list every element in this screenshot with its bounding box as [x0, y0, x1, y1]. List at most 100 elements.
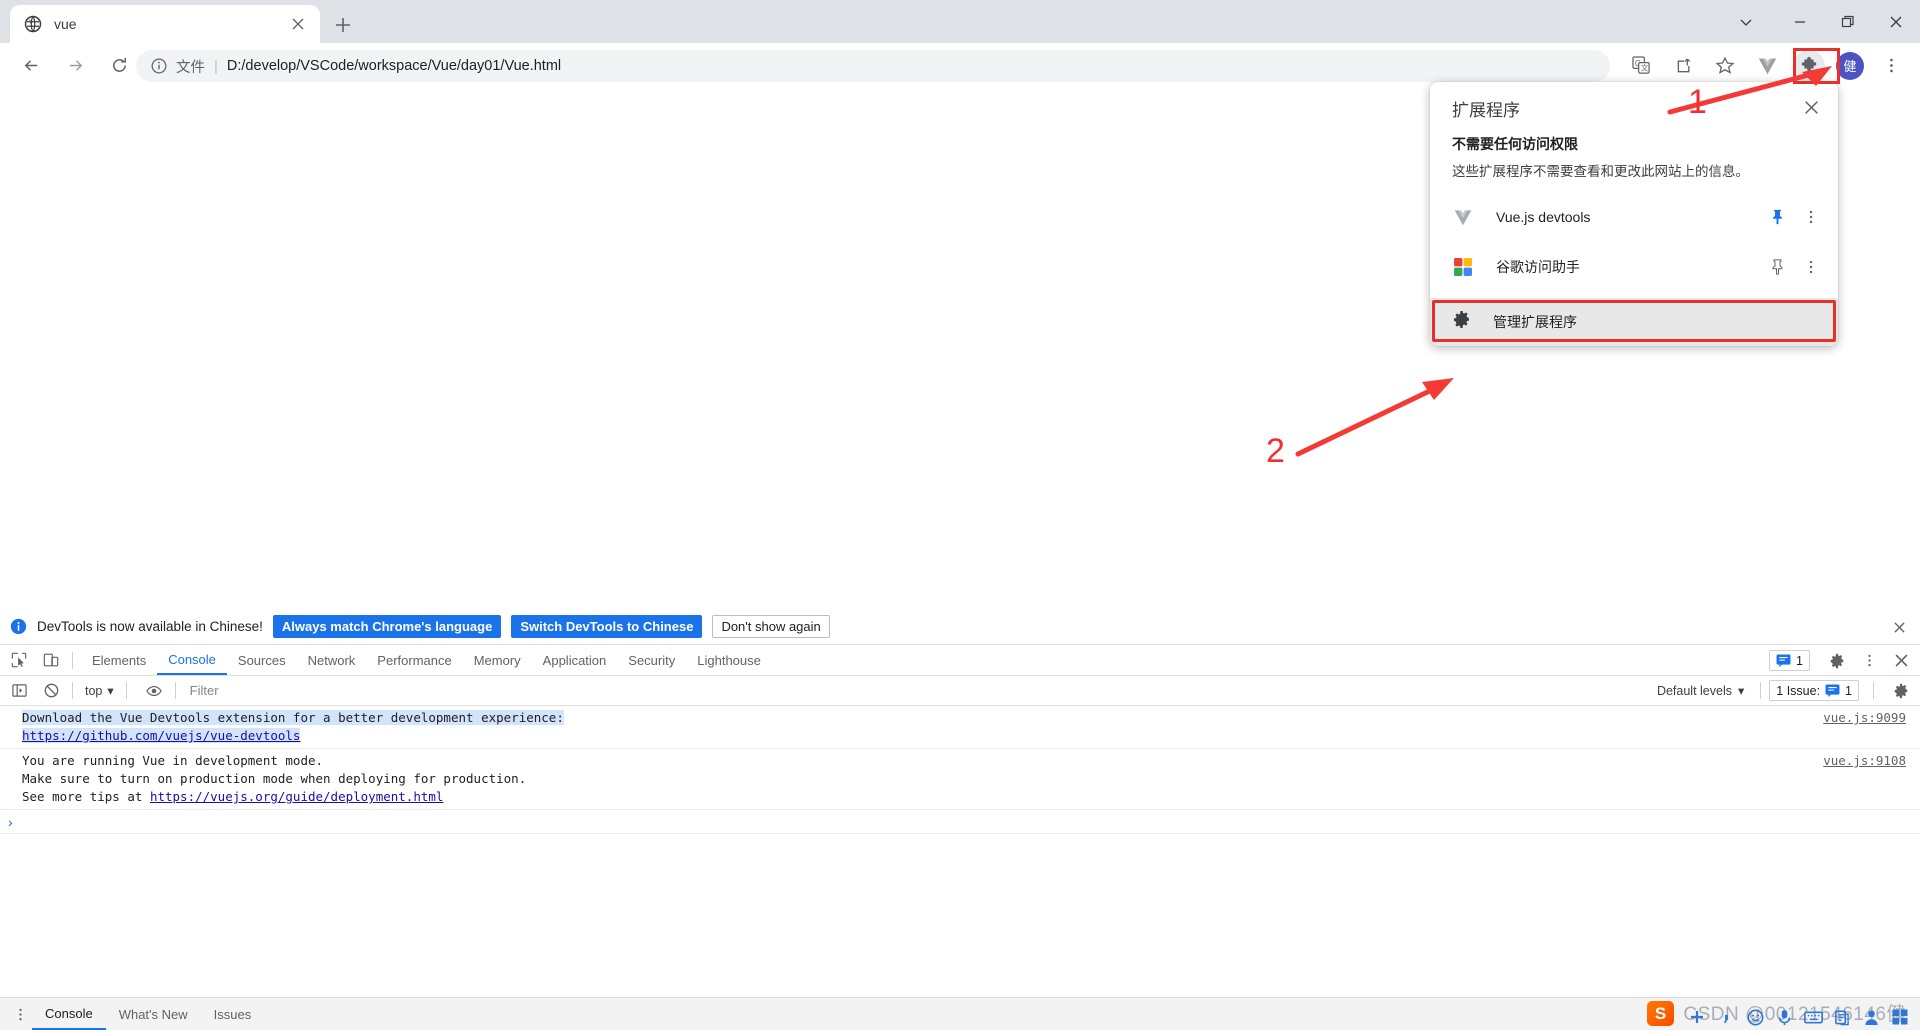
chevron-down-icon: ▾ — [107, 684, 114, 698]
console-settings-icon[interactable] — [1888, 678, 1914, 704]
info-circle-icon — [10, 618, 27, 635]
devtools-language-banner: DevTools is now available in Chinese! Al… — [0, 609, 1920, 645]
close-window-button[interactable] — [1872, 0, 1920, 43]
log-levels-selector[interactable]: Default levels ▾ — [1649, 683, 1752, 699]
always-match-language-button[interactable]: Always match Chrome's language — [272, 615, 502, 638]
devtools-settings-icon[interactable] — [1824, 648, 1850, 674]
issues-chip-filterbar[interactable]: 1 Issue: 1 — [1769, 680, 1859, 701]
issues-count-filterbar: 1 — [1845, 683, 1852, 698]
tab-close-icon[interactable] — [284, 10, 312, 38]
tab-application[interactable]: Application — [532, 645, 618, 675]
list-item[interactable]: 谷歌访问助手 — [1430, 242, 1838, 292]
devtools-right-controls: 1 — [1769, 645, 1914, 676]
forward-button[interactable] — [58, 49, 92, 83]
manage-extensions-item[interactable]: 管理扩展程序 — [1430, 298, 1838, 346]
clipboard-icon[interactable] — [1832, 1007, 1852, 1027]
console-message-line: You are running Vue in development mode. — [22, 753, 324, 768]
sidebar-toggle-icon[interactable] — [6, 678, 32, 704]
person-icon[interactable] — [1861, 1007, 1881, 1027]
switch-devtools-chinese-button[interactable]: Switch DevTools to Chinese — [511, 615, 703, 638]
console-message-link[interactable]: https://github.com/vuejs/vue-devtools — [22, 728, 301, 743]
devtools-close-icon[interactable] — [1888, 648, 1914, 674]
device-toolbar-icon[interactable] — [38, 647, 64, 673]
manage-extensions-label: 管理扩展程序 — [1493, 314, 1577, 330]
vue-chevron-icon — [1452, 206, 1474, 228]
console-prompt[interactable]: › — [0, 810, 1920, 834]
close-icon[interactable] — [1798, 94, 1824, 120]
console-message[interactable]: Download the Vue Devtools extension for … — [0, 706, 1920, 749]
tab-sources[interactable]: Sources — [227, 645, 297, 675]
clear-console-icon[interactable] — [38, 678, 64, 704]
kebab-icon[interactable] — [1798, 204, 1824, 230]
extensions-popup: 扩展程序 不需要任何访问权限 这些扩展程序不需要查看和更改此网站上的信息。 Vu… — [1430, 82, 1838, 346]
address-bar[interactable]: 文件 | D:/develop/VSCode/workspace/Vue/day… — [136, 50, 1610, 82]
bookmark-star-icon[interactable] — [1709, 50, 1741, 82]
google-squares-icon — [1452, 256, 1474, 278]
sogou-ime-logo: S — [1647, 1001, 1674, 1026]
console-message-link[interactable]: https://vuejs.org/guide/deployment.html — [150, 789, 444, 804]
drawer-tab-console[interactable]: Console — [32, 998, 106, 1030]
window-controls — [1716, 0, 1920, 43]
ime-toolbar — [1687, 1007, 1910, 1027]
browser-tab[interactable]: vue — [10, 5, 320, 43]
share-icon[interactable] — [1667, 50, 1699, 82]
keyboard-icon[interactable] — [1803, 1007, 1823, 1027]
issues-counter-chip[interactable]: 1 — [1769, 650, 1810, 671]
tab-lighthouse[interactable]: Lighthouse — [686, 645, 772, 675]
console-message-source[interactable]: vue.js:9108 — [1823, 752, 1906, 770]
filterbar-divider-4 — [1760, 682, 1762, 699]
tab-console[interactable]: Console — [157, 645, 227, 675]
drawer-tab-issues[interactable]: Issues — [201, 998, 265, 1030]
filterbar-divider-5 — [1873, 682, 1874, 699]
filterbar-divider-2 — [125, 682, 127, 699]
banner-close-icon[interactable] — [1890, 618, 1908, 636]
drawer-menu-icon[interactable] — [8, 1002, 32, 1026]
pin-filled-icon[interactable] — [1764, 204, 1790, 230]
maximize-restore-button[interactable] — [1824, 0, 1872, 43]
tab-security[interactable]: Security — [617, 645, 686, 675]
minimize-button[interactable] — [1776, 0, 1824, 43]
back-button[interactable] — [14, 49, 48, 83]
execution-context-selector[interactable]: top ▾ — [81, 683, 118, 699]
console-filter-input[interactable] — [189, 679, 1641, 702]
toolbar-divider — [72, 651, 73, 669]
tab-title: vue — [54, 16, 77, 32]
execution-context-label: top — [85, 683, 103, 698]
pin-outline-icon[interactable] — [1764, 254, 1790, 280]
comma-icon[interactable] — [1716, 1007, 1736, 1027]
tab-performance[interactable]: Performance — [366, 645, 462, 675]
microphone-icon[interactable] — [1774, 1007, 1794, 1027]
chrome-menu-icon[interactable] — [1875, 50, 1907, 82]
tab-network[interactable]: Network — [297, 645, 367, 675]
vue-devtools-icon[interactable] — [1751, 50, 1783, 82]
console-filter-bar: top ▾ Default levels ▾ 1 Issue: — [0, 676, 1920, 706]
console-message-line-prefix: See more tips at — [22, 789, 150, 804]
extension-name: 谷歌访问助手 — [1496, 259, 1580, 275]
list-item[interactable]: Vue.js devtools — [1430, 192, 1838, 242]
devtools-drawer: Console What's New Issues — [0, 997, 1920, 1030]
tab-elements[interactable]: Elements — [81, 645, 157, 675]
filterbar-divider — [72, 682, 73, 699]
dont-show-again-button[interactable]: Don't show again — [712, 615, 830, 638]
live-expression-icon[interactable] — [141, 678, 167, 704]
tab-search-button[interactable] — [1716, 0, 1776, 43]
message-icon — [1825, 684, 1840, 697]
translate-icon[interactable]: G 文 — [1625, 50, 1657, 82]
console-message-source[interactable]: vue.js:9099 — [1823, 709, 1906, 727]
smiley-icon[interactable] — [1745, 1007, 1765, 1027]
plus-icon[interactable] — [1687, 1007, 1707, 1027]
filterbar-divider-3 — [174, 682, 176, 699]
console-message[interactable]: You are running Vue in development mode.… — [0, 749, 1920, 810]
extensions-popup-title: 扩展程序 — [1452, 101, 1520, 120]
new-tab-button[interactable] — [328, 10, 358, 40]
issues-count: 1 — [1796, 653, 1803, 668]
devtools-menu-icon[interactable] — [1856, 648, 1882, 674]
reload-button[interactable] — [102, 49, 136, 83]
apps-icon[interactable] — [1890, 1007, 1910, 1027]
kebab-icon[interactable] — [1798, 254, 1824, 280]
inspect-element-icon[interactable] — [6, 647, 32, 673]
tab-memory[interactable]: Memory — [463, 645, 532, 675]
extensions-puzzle-button[interactable] — [1793, 49, 1825, 82]
profile-avatar[interactable]: 健 — [1836, 51, 1864, 80]
drawer-tab-whats-new[interactable]: What's New — [106, 998, 201, 1030]
